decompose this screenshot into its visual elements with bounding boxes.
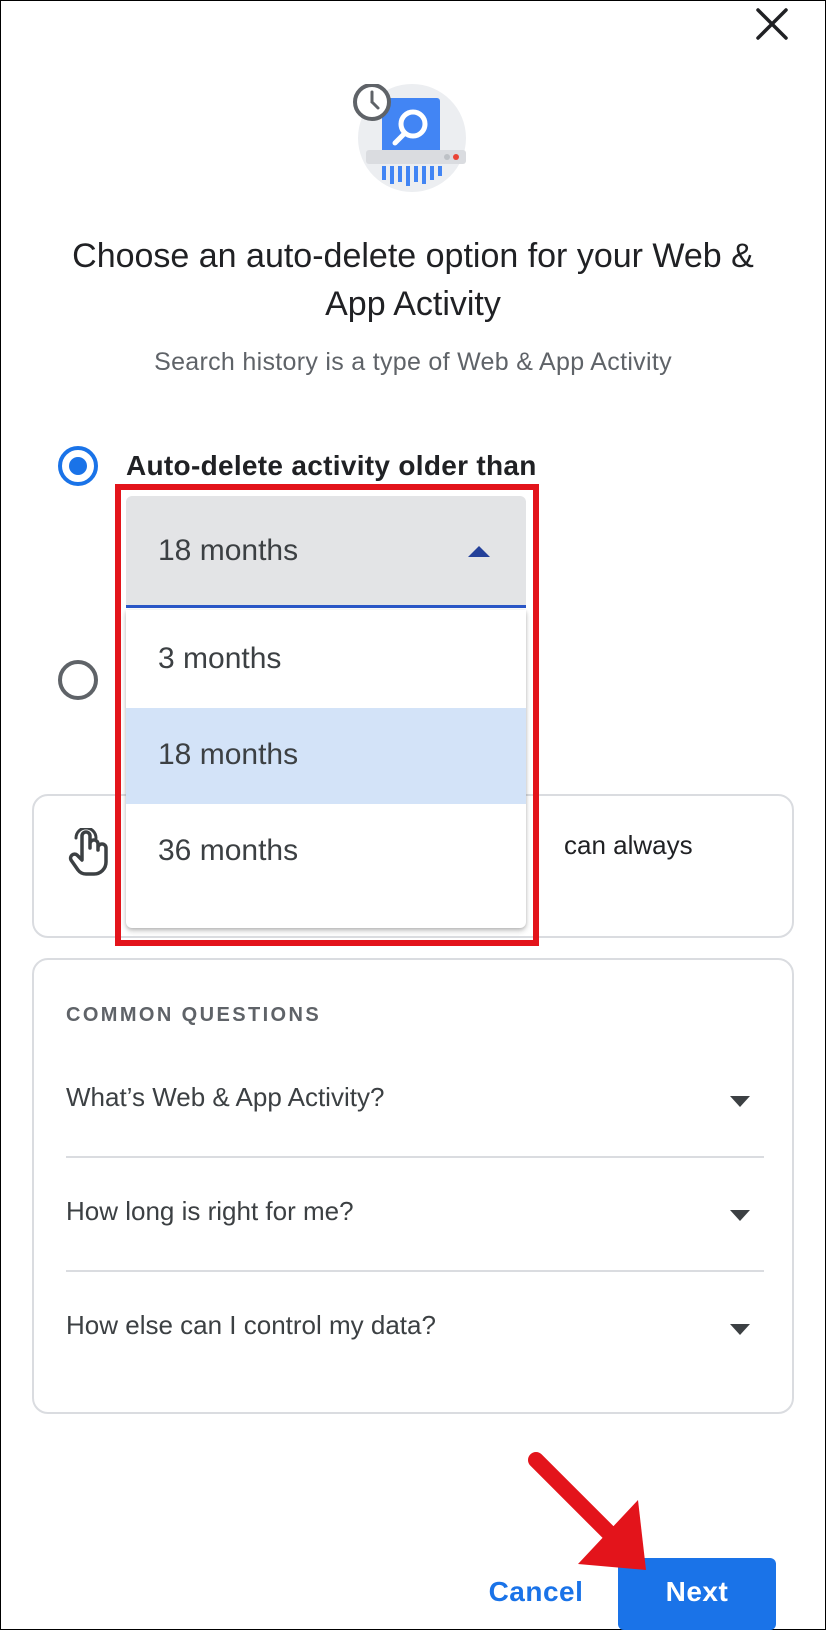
- faq-item-web-app-activity[interactable]: What’s Web & App Activity?: [66, 1044, 764, 1158]
- dialog-title: Choose an auto-delete option for your We…: [72, 237, 754, 323]
- auto-delete-shredder-icon: [352, 83, 472, 194]
- close-icon: [756, 8, 788, 40]
- menu-item-label: 36 months: [158, 834, 299, 867]
- menu-item-label: 3 months: [158, 642, 282, 675]
- faq-item-how-long[interactable]: How long is right for me?: [66, 1158, 764, 1272]
- dialog-subtitle: Search history is a type of Web & App Ac…: [154, 348, 672, 376]
- chevron-down-icon: [730, 1096, 750, 1107]
- faq-question: How else can I control my data?: [66, 1310, 436, 1340]
- duration-select[interactable]: 18 months: [126, 496, 526, 608]
- chevron-down-icon: [730, 1324, 750, 1335]
- select-underline: [126, 605, 526, 608]
- common-questions-card: COMMON QUESTIONS What’s Web & App Activi…: [32, 958, 794, 1414]
- faq-item-control-data[interactable]: How else can I control my data?: [66, 1272, 764, 1386]
- menu-item-18-months[interactable]: 18 months: [126, 708, 526, 804]
- dont-auto-delete-radio[interactable]: [58, 660, 98, 700]
- close-button[interactable]: [752, 4, 792, 44]
- auto-delete-label: Auto-delete activity older than: [126, 450, 537, 481]
- chevron-down-icon: [730, 1210, 750, 1221]
- annotation-arrow-icon: [528, 1452, 646, 1570]
- menu-item-3-months[interactable]: 3 months: [126, 612, 526, 708]
- faq-question: How long is right for me?: [66, 1196, 354, 1226]
- chevron-up-icon: [468, 546, 490, 557]
- hand-touch-icon: [68, 828, 108, 876]
- menu-item-36-months[interactable]: 36 months: [126, 804, 526, 900]
- menu-item-label: 18 months: [158, 738, 299, 771]
- common-questions-heading: COMMON QUESTIONS: [66, 1004, 322, 1026]
- duration-select-value: 18 months: [158, 534, 299, 567]
- faq-question: What’s Web & App Activity?: [66, 1082, 385, 1112]
- hint-text: can always: [564, 830, 693, 860]
- duration-menu: 3 months 18 months 36 months: [126, 610, 526, 928]
- auto-delete-radio[interactable]: [58, 446, 98, 486]
